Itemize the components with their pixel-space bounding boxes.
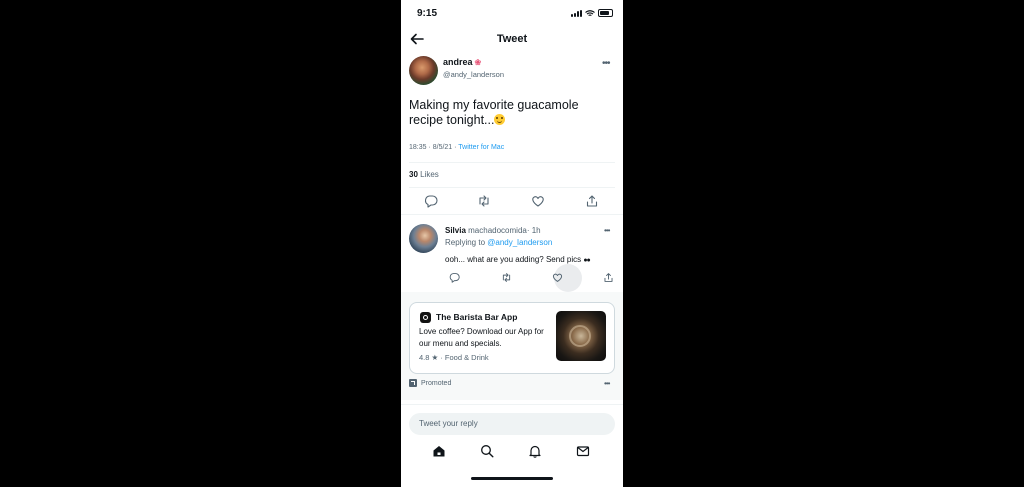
replying-to: Replying to @andy_landerson bbox=[445, 238, 553, 247]
divider bbox=[401, 404, 623, 405]
phone-screen: 9:15 Tweet andrea ❀ @andy_landerson ••• … bbox=[401, 0, 623, 487]
reply-icon[interactable] bbox=[424, 194, 438, 208]
replying-to-handle-link[interactable]: @andy_landerson bbox=[487, 238, 552, 247]
signal-icon bbox=[571, 9, 582, 17]
home-icon[interactable] bbox=[432, 444, 446, 458]
reply-input[interactable]: Tweet your reply bbox=[409, 413, 615, 435]
reply-author[interactable]: Silvia machadocomida· 1h bbox=[445, 226, 541, 235]
author-avatar[interactable] bbox=[409, 56, 438, 85]
status-icons bbox=[571, 9, 613, 17]
reply-avatar[interactable] bbox=[409, 224, 438, 253]
like-icon[interactable] bbox=[531, 194, 545, 208]
ad-more-icon[interactable]: ••• bbox=[604, 379, 610, 388]
reply-reply-icon[interactable] bbox=[449, 272, 460, 283]
app-logo-icon bbox=[420, 312, 431, 323]
reply-text: ooh... what are you adding? Send pics ●● bbox=[445, 255, 591, 264]
ad-rating: 4.8 ★ · Food & Drink bbox=[419, 353, 489, 362]
page-title: Tweet bbox=[496, 33, 528, 45]
promoted-label: Promoted bbox=[409, 379, 451, 387]
notifications-icon[interactable] bbox=[528, 444, 542, 458]
flower-emoji-icon: ❀ bbox=[474, 57, 482, 67]
app-name: The Barista Bar App bbox=[436, 312, 518, 322]
reply-more-icon[interactable]: ••• bbox=[604, 226, 610, 235]
home-indicator[interactable] bbox=[471, 477, 553, 480]
reply-retweet-icon[interactable] bbox=[501, 272, 512, 283]
tweet-text: Making my favorite guacamole recipe toni… bbox=[409, 98, 579, 127]
smile-emoji-icon bbox=[494, 114, 506, 125]
battery-icon bbox=[598, 9, 613, 17]
more-icon[interactable]: ••• bbox=[602, 58, 610, 69]
promoted-icon bbox=[409, 379, 417, 387]
status-time: 9:15 bbox=[417, 8, 438, 19]
ad-description: Love coffee? Download our App for our me… bbox=[419, 327, 544, 348]
author-name[interactable]: andrea ❀ bbox=[443, 57, 481, 67]
likes-count[interactable]: 30 Likes bbox=[409, 170, 439, 179]
reply-share-icon[interactable] bbox=[603, 272, 614, 283]
tweet-meta: 18:35 · 8/5/21 · Twitter for Mac bbox=[409, 144, 505, 151]
messages-icon[interactable] bbox=[576, 444, 590, 458]
search-icon[interactable] bbox=[480, 444, 494, 458]
tweet-source-link[interactable]: Twitter for Mac bbox=[458, 144, 504, 151]
coffee-image bbox=[556, 311, 606, 361]
share-icon[interactable] bbox=[585, 194, 599, 208]
divider bbox=[409, 162, 615, 163]
app-ad-card[interactable]: The Barista Bar App Love coffee? Downloa… bbox=[409, 302, 615, 374]
wifi-icon bbox=[585, 9, 595, 16]
retweet-icon[interactable] bbox=[477, 194, 491, 208]
reply-like-icon[interactable] bbox=[552, 272, 563, 283]
divider bbox=[409, 187, 615, 188]
author-handle[interactable]: @andy_landerson bbox=[443, 70, 504, 79]
eyes-emoji-icon: ●● bbox=[583, 257, 591, 264]
divider bbox=[401, 214, 623, 215]
